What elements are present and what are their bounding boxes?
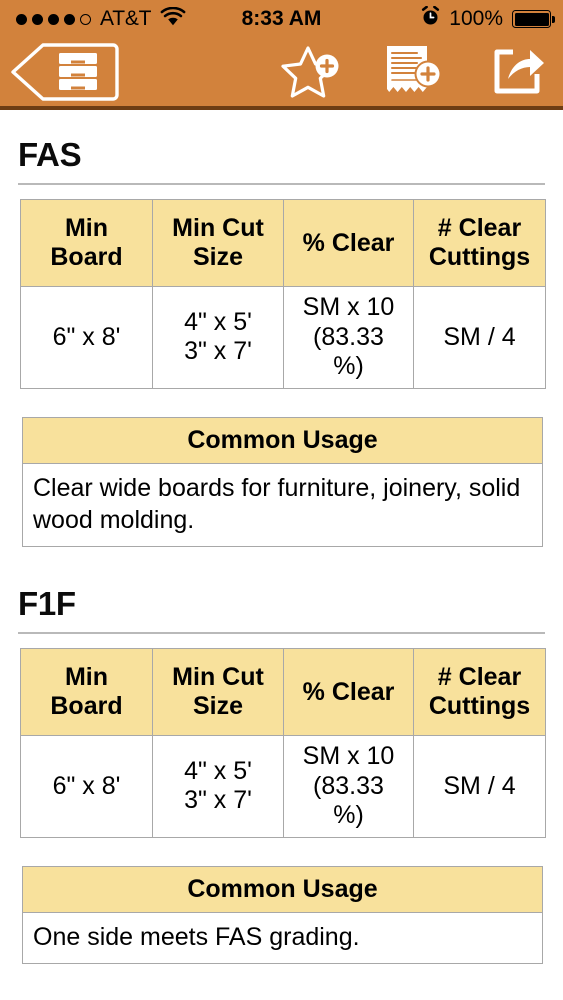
- column-header-min-cut-size: Min Cut Size: [153, 649, 283, 735]
- cell-clear-cuttings: SM / 4: [414, 287, 545, 388]
- cell-percent-clear: SM x 10 (83.33%): [284, 287, 413, 388]
- alarm-clock-icon: [421, 5, 440, 32]
- share-button[interactable]: [482, 38, 556, 106]
- cell-min-cut-size: 4" x 5' 3" x 7': [153, 287, 283, 388]
- add-note-button[interactable]: [372, 38, 456, 106]
- table-header-row: Min Board Min Cut Size % Clear # Clear Cutt…: [21, 649, 545, 735]
- battery-percentage-label: 100%: [449, 7, 503, 30]
- section-divider: [18, 183, 545, 185]
- common-usage-header: Common Usage: [23, 866, 542, 912]
- cell-min-board: 6" x 8': [21, 736, 152, 837]
- column-header-min-cut-size: Min Cut Size: [153, 200, 283, 286]
- common-usage-header: Common Usage: [23, 417, 542, 463]
- app-root: AT&T 8:33 AM 100% FAS Min Board Min Cut …: [0, 0, 563, 1000]
- receipt-plus-icon: [387, 46, 442, 92]
- wood-header-bar: AT&T 8:33 AM 100%: [0, 0, 563, 110]
- cell-min-cut-size: 4" x 5' 3" x 7': [153, 736, 283, 837]
- column-header-percent-clear: % Clear: [284, 200, 413, 286]
- table-row: 6" x 8' 4" x 5' 3" x 7' SM x 10 (83.33%) S…: [21, 736, 545, 837]
- share-arrow-icon: [494, 49, 544, 94]
- common-usage-table: Common Usage Clear wide boards for furni…: [22, 416, 543, 547]
- column-header-clear-cuttings: # Clear Cuttings: [414, 200, 545, 286]
- grade-spec-table: Min Board Min Cut Size % Clear # Clear Cutt…: [20, 648, 546, 838]
- column-header-min-board: Min Board: [21, 649, 152, 735]
- navigation-bar: [0, 38, 563, 106]
- table-row: 6" x 8' 4" x 5' 3" x 7' SM x 10 (83.33%) S…: [21, 287, 545, 388]
- table-header-row: Min Board Min Cut Size % Clear # Clear Cutt…: [21, 200, 545, 286]
- back-button[interactable]: [6, 38, 124, 106]
- section-title: F1F: [18, 585, 76, 622]
- status-bar: AT&T 8:33 AM 100%: [0, 0, 563, 38]
- grade-section-f1f: F1F Min Board Min Cut Size % Clear # Cle…: [0, 587, 563, 964]
- column-header-clear-cuttings: # Clear Cuttings: [414, 649, 545, 735]
- filing-cabinet-icon: [11, 43, 119, 101]
- section-title: FAS: [18, 136, 82, 173]
- status-right-group: 100%: [421, 5, 555, 32]
- grade-section-fas: FAS Min Board Min Cut Size % Clear # Cle…: [0, 138, 563, 547]
- star-plus-icon: [281, 46, 339, 98]
- cell-percent-clear: SM x 10 (83.33%): [284, 736, 413, 837]
- content-scroll-area[interactable]: FAS Min Board Min Cut Size % Clear # Cle…: [0, 110, 563, 1000]
- grade-spec-table: Min Board Min Cut Size % Clear # Clear Cutt…: [20, 199, 546, 389]
- favorite-button[interactable]: [272, 38, 352, 106]
- cell-clear-cuttings: SM / 4: [414, 736, 545, 837]
- common-usage-text: Clear wide boards for furniture, joinery…: [23, 464, 542, 546]
- column-header-min-board: Min Board: [21, 200, 152, 286]
- battery-icon: [512, 10, 555, 28]
- column-header-percent-clear: % Clear: [284, 649, 413, 735]
- common-usage-table: Common Usage One side meets FAS grading.: [22, 865, 543, 964]
- section-divider: [18, 632, 545, 634]
- common-usage-text: One side meets FAS grading.: [23, 913, 542, 963]
- cell-min-board: 6" x 8': [21, 287, 152, 388]
